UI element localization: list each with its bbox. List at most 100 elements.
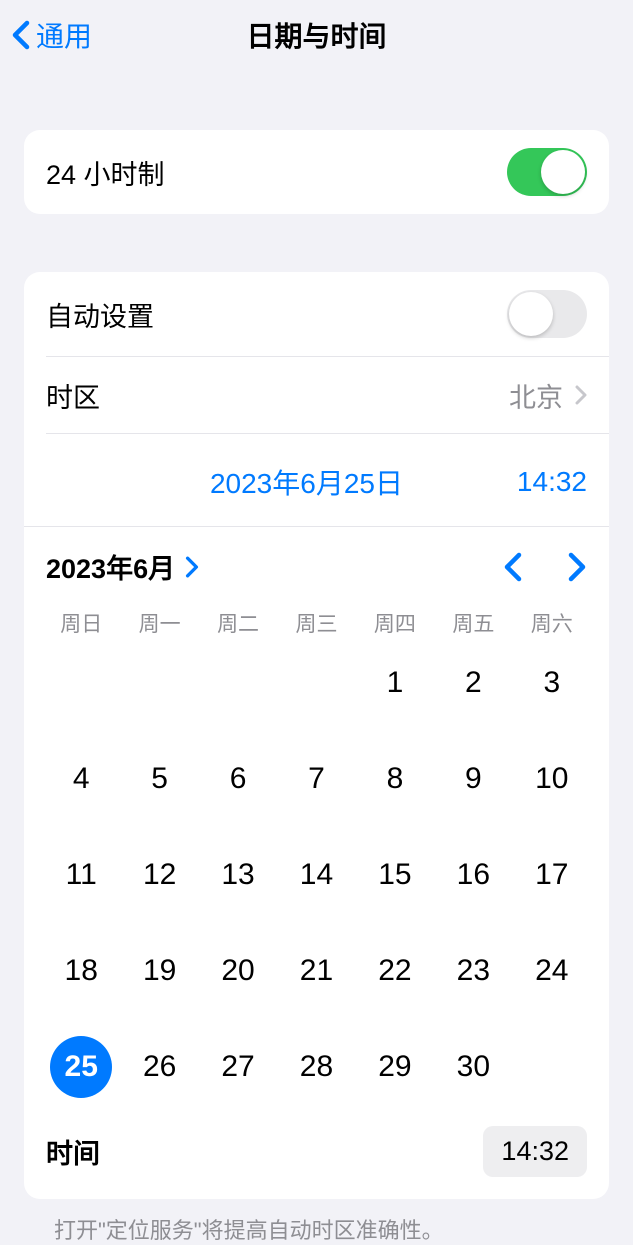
nav-header: 通用 日期与时间 bbox=[0, 0, 633, 70]
value-timezone: 北京 bbox=[509, 376, 587, 415]
day-cell: 29 bbox=[356, 1036, 434, 1098]
page-title: 日期与时间 bbox=[246, 15, 386, 55]
day-28[interactable]: 28 bbox=[285, 1036, 347, 1098]
day-13[interactable]: 13 bbox=[207, 844, 269, 906]
weekday-label: 周六 bbox=[513, 608, 591, 638]
time-picker-button[interactable]: 14:32 bbox=[483, 1126, 587, 1177]
day-4[interactable]: 4 bbox=[50, 748, 112, 810]
current-time[interactable]: 14:32 bbox=[517, 466, 587, 498]
timezone-text: 北京 bbox=[509, 376, 563, 415]
day-cell: 19 bbox=[120, 940, 198, 1002]
days-grid: 1234567891011121314151617181920212223242… bbox=[42, 652, 591, 1112]
prev-month-button[interactable] bbox=[503, 552, 523, 582]
day-empty bbox=[199, 652, 277, 714]
day-3[interactable]: 3 bbox=[521, 652, 583, 714]
current-date[interactable]: 2023年6月25日 bbox=[160, 462, 403, 502]
day-14[interactable]: 14 bbox=[285, 844, 347, 906]
day-cell: 12 bbox=[120, 844, 198, 906]
weekday-header: 周日周一周二周三周四周五周六 bbox=[42, 604, 591, 652]
day-cell: 20 bbox=[199, 940, 277, 1002]
toggle-knob bbox=[509, 292, 553, 336]
chevron-right-icon bbox=[575, 385, 587, 405]
day-cell: 9 bbox=[434, 748, 512, 810]
chevron-right-icon bbox=[185, 556, 199, 578]
day-cell: 16 bbox=[434, 844, 512, 906]
day-12[interactable]: 12 bbox=[129, 844, 191, 906]
day-cell: 26 bbox=[120, 1036, 198, 1098]
day-10[interactable]: 10 bbox=[521, 748, 583, 810]
day-27[interactable]: 27 bbox=[207, 1036, 269, 1098]
day-26[interactable]: 26 bbox=[129, 1036, 191, 1098]
weekday-label: 周一 bbox=[120, 608, 198, 638]
toggle-auto-set[interactable] bbox=[507, 290, 587, 338]
day-25[interactable]: 25 bbox=[50, 1036, 112, 1098]
day-cell: 5 bbox=[120, 748, 198, 810]
day-cell: 2 bbox=[434, 652, 512, 714]
day-empty bbox=[120, 652, 198, 714]
toggle-24hour[interactable] bbox=[507, 148, 587, 196]
day-2[interactable]: 2 bbox=[442, 652, 504, 714]
month-year-label: 2023年6月 bbox=[46, 547, 175, 586]
label-auto-set: 自动设置 bbox=[46, 295, 154, 334]
day-21[interactable]: 21 bbox=[285, 940, 347, 1002]
back-label: 通用 bbox=[36, 15, 92, 55]
day-cell: 7 bbox=[277, 748, 355, 810]
section-24hour: 24 小时制 bbox=[24, 130, 609, 214]
day-22[interactable]: 22 bbox=[364, 940, 426, 1002]
weekday-label: 周日 bbox=[42, 608, 120, 638]
day-18[interactable]: 18 bbox=[50, 940, 112, 1002]
day-8[interactable]: 8 bbox=[364, 748, 426, 810]
day-5[interactable]: 5 bbox=[129, 748, 191, 810]
day-cell: 1 bbox=[356, 652, 434, 714]
day-11[interactable]: 11 bbox=[50, 844, 112, 906]
day-cell: 14 bbox=[277, 844, 355, 906]
day-17[interactable]: 17 bbox=[521, 844, 583, 906]
day-cell: 10 bbox=[513, 748, 591, 810]
day-cell: 4 bbox=[42, 748, 120, 810]
row-24hour: 24 小时制 bbox=[24, 130, 609, 214]
day-cell: 23 bbox=[434, 940, 512, 1002]
weekday-label: 周二 bbox=[199, 608, 277, 638]
day-6[interactable]: 6 bbox=[207, 748, 269, 810]
weekday-label: 周四 bbox=[356, 608, 434, 638]
day-23[interactable]: 23 bbox=[442, 940, 504, 1002]
month-year-button[interactable]: 2023年6月 bbox=[46, 547, 199, 586]
row-time: 时间 14:32 bbox=[24, 1112, 609, 1199]
day-cell: 24 bbox=[513, 940, 591, 1002]
chevron-left-icon bbox=[12, 20, 30, 50]
day-cell: 18 bbox=[42, 940, 120, 1002]
day-30[interactable]: 30 bbox=[442, 1036, 504, 1098]
back-button[interactable]: 通用 bbox=[12, 15, 92, 55]
calendar-header: 2023年6月 bbox=[42, 527, 591, 604]
day-empty bbox=[277, 652, 355, 714]
day-cell: 11 bbox=[42, 844, 120, 906]
day-19[interactable]: 19 bbox=[129, 940, 191, 1002]
day-24[interactable]: 24 bbox=[521, 940, 583, 1002]
day-cell: 15 bbox=[356, 844, 434, 906]
day-16[interactable]: 16 bbox=[442, 844, 504, 906]
day-cell: 22 bbox=[356, 940, 434, 1002]
day-15[interactable]: 15 bbox=[364, 844, 426, 906]
day-29[interactable]: 29 bbox=[364, 1036, 426, 1098]
section-datetime: 自动设置 时区 北京 2023年6月25日 14:32 2023年6月 bbox=[24, 272, 609, 1199]
month-nav bbox=[503, 552, 587, 582]
day-1[interactable]: 1 bbox=[364, 652, 426, 714]
weekday-label: 周五 bbox=[434, 608, 512, 638]
calendar: 2023年6月 周日周一周二周三周四周五周六 12345678910111213… bbox=[24, 527, 609, 1112]
label-time: 时间 bbox=[46, 1132, 100, 1171]
footer-note: 打开"定位服务"将提高自动时区准确性。 bbox=[24, 1199, 609, 1245]
day-cell: 13 bbox=[199, 844, 277, 906]
row-timezone[interactable]: 时区 北京 bbox=[24, 357, 609, 433]
day-cell: 8 bbox=[356, 748, 434, 810]
day-cell: 27 bbox=[199, 1036, 277, 1098]
toggle-knob bbox=[541, 150, 585, 194]
day-7[interactable]: 7 bbox=[285, 748, 347, 810]
label-24hour: 24 小时制 bbox=[46, 153, 165, 192]
next-month-button[interactable] bbox=[567, 552, 587, 582]
day-9[interactable]: 9 bbox=[442, 748, 504, 810]
row-current-datetime: 2023年6月25日 14:32 bbox=[24, 434, 609, 526]
day-cell: 21 bbox=[277, 940, 355, 1002]
day-cell: 30 bbox=[434, 1036, 512, 1098]
day-20[interactable]: 20 bbox=[207, 940, 269, 1002]
row-auto-set: 自动设置 bbox=[24, 272, 609, 356]
